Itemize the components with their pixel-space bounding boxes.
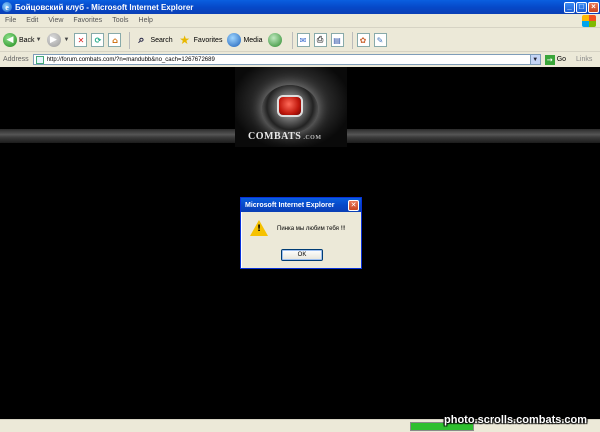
favorites-button[interactable]: ★ Favorites: [178, 30, 223, 50]
ok-button[interactable]: OK: [281, 249, 323, 261]
mail-icon[interactable]: ✉: [296, 33, 310, 47]
alert-dialog: Microsoft Internet Explorer ✕ ! Пинка мы…: [240, 197, 362, 269]
star-icon: ★: [179, 33, 191, 47]
go-arrow-icon: →: [544, 54, 555, 65]
menu-file[interactable]: File: [0, 17, 21, 24]
wordmark-suffix: .COM: [303, 135, 322, 141]
back-button[interactable]: ◀ Back ▼: [3, 30, 42, 50]
discuss-icon[interactable]: ✿: [356, 33, 370, 47]
ie-icon: e: [2, 2, 12, 12]
address-bar: Address http://forum.combats.com/?n=mand…: [0, 53, 600, 66]
menu-bar: File Edit View Favorites Tools Help: [0, 14, 600, 28]
forward-dropdown-icon[interactable]: ▼: [64, 37, 70, 43]
forward-arrow-icon: ▶: [46, 33, 61, 47]
address-input[interactable]: http://forum.combats.com/?n=mandubb&no_c…: [32, 54, 541, 65]
stop-icon[interactable]: ✕: [74, 33, 88, 47]
address-url: http://forum.combats.com/?n=mandubb&no_c…: [46, 56, 215, 63]
dialog-close-button[interactable]: ✕: [348, 199, 359, 211]
toolbar-divider: [129, 31, 131, 49]
maximize-button[interactable]: □: [576, 1, 587, 13]
site-wordmark: COMBATS .COM: [248, 131, 322, 142]
search-icon: ⌕: [138, 33, 145, 46]
media-button[interactable]: Media: [227, 30, 263, 50]
back-label: Back: [19, 36, 35, 44]
menu-edit[interactable]: Edit: [21, 17, 43, 24]
standard-toolbar: ◀ Back ▼ ▶ ▼ ✕ ⟳ ⌂ ⌕ Search ★ Favorites …: [0, 29, 600, 52]
window-title: Бойцовский клуб - Microsoft Internet Exp…: [15, 2, 194, 12]
address-label: Address: [3, 56, 29, 63]
search-button[interactable]: ⌕ Search: [134, 30, 172, 50]
forward-button[interactable]: ▶ ▼: [46, 30, 70, 50]
dialog-title: Microsoft Internet Explorer: [245, 201, 335, 209]
warning-exclamation-icon: !: [257, 224, 262, 234]
media-icon: [227, 33, 242, 47]
go-button[interactable]: → Go: [544, 54, 567, 65]
dialog-title-bar[interactable]: Microsoft Internet Explorer ✕: [241, 198, 361, 212]
dialog-message: Пинка мы любим тебя !!!: [277, 226, 346, 232]
edit-icon[interactable]: ▤: [330, 33, 344, 47]
menu-help[interactable]: Help: [134, 17, 158, 24]
menu-favorites[interactable]: Favorites: [68, 17, 107, 24]
minimize-button[interactable]: _: [564, 1, 575, 13]
history-icon[interactable]: [267, 33, 282, 47]
links-button[interactable]: Links: [576, 56, 592, 63]
go-label: Go: [556, 56, 567, 63]
wordmark-text: COMBATS: [248, 131, 302, 142]
messenger-icon[interactable]: ✎: [373, 33, 387, 47]
close-button[interactable]: ×: [588, 1, 599, 13]
search-label: Search: [150, 36, 173, 44]
page-icon: [35, 55, 44, 64]
browser-window: e Бойцовский клуб - Microsoft Internet E…: [0, 0, 600, 432]
address-dropdown-icon[interactable]: ▼: [529, 55, 540, 64]
fist-icon: [277, 95, 303, 117]
home-icon[interactable]: ⌂: [108, 33, 122, 47]
watermark: photo.scrolls.combats.com: [444, 414, 588, 426]
back-dropdown-icon[interactable]: ▼: [36, 37, 42, 43]
favorites-label: Favorites: [193, 36, 223, 44]
menu-view[interactable]: View: [43, 17, 68, 24]
toolbar-divider: [291, 31, 293, 49]
print-icon[interactable]: ⎙: [313, 33, 327, 47]
toolbar-divider: [351, 31, 353, 49]
title-bar[interactable]: e Бойцовский клуб - Microsoft Internet E…: [0, 0, 600, 14]
menu-tools[interactable]: Tools: [107, 17, 133, 24]
media-label: Media: [243, 36, 263, 44]
windows-logo-icon: [582, 15, 596, 27]
back-arrow-icon: ◀: [3, 33, 17, 47]
refresh-icon[interactable]: ⟳: [91, 33, 105, 47]
